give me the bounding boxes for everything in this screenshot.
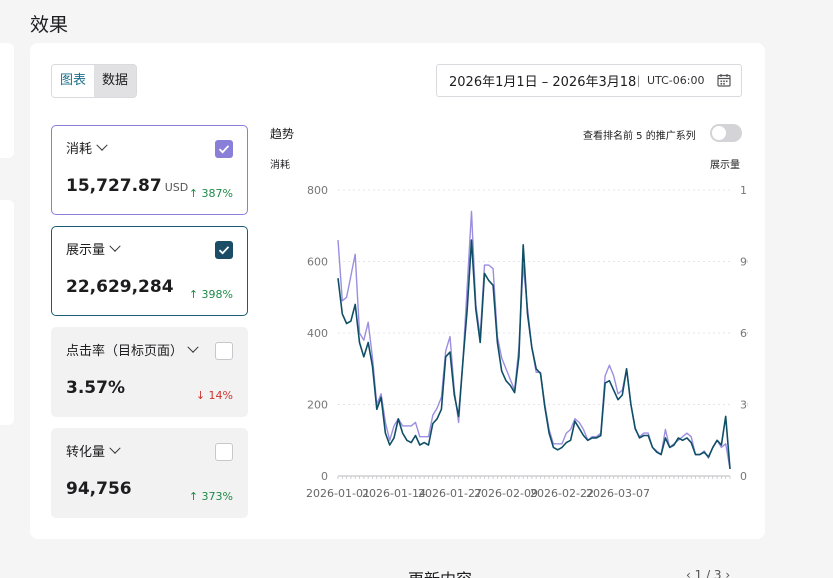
series-line-spend (337, 210, 731, 470)
metric-name: 消耗 (66, 142, 93, 157)
date-range-text: 2026年1月1日 – 2026年3月18日 (449, 75, 639, 90)
metric-value-number: 15,727.87 (66, 176, 162, 196)
metric-checkbox-spend[interactable] (215, 140, 233, 158)
metric-card-ctr[interactable]: 点击率（目标页面） 3.57% ↓ 14% (51, 327, 248, 417)
chevron-down-icon (187, 341, 199, 353)
side-card-top (0, 43, 14, 158)
metric-checkbox-impressions[interactable] (215, 241, 233, 259)
y-left-tick-label: 600 (307, 256, 328, 269)
metric-card-impressions[interactable]: 展示量 22,629,284 ↑ 398% (51, 226, 248, 316)
metric-delta: ↑ 373% (188, 490, 233, 503)
y-left-tick-label: 0 (321, 470, 328, 483)
metric-card-conversions[interactable]: 转化量 94,756 ↑ 373% (51, 428, 248, 518)
x-tick-label: 2026-01-01 (306, 487, 370, 500)
metric-name: 点击率（目标页面） (66, 344, 184, 359)
chevron-down-icon (109, 442, 121, 454)
x-tick-label: 2026-02-09 (474, 487, 538, 500)
metric-checkbox-conversions[interactable] (215, 443, 233, 461)
metric-dropdown-ctr[interactable]: 点击率（目标页面） (66, 340, 233, 359)
timezone-label: UTC-06:00 (647, 74, 705, 87)
chart-view-button[interactable]: 图表 (52, 65, 95, 97)
metric-delta: ↑ 387% (188, 187, 233, 200)
metric-unit: USD (164, 181, 189, 194)
metric-delta: ↓ 14% (195, 389, 233, 402)
y-left-tick-label: 800 (307, 184, 328, 197)
performance-panel: 图表 数据 2026年1月1日 – 2026年3月18日 UTC-06:00 消… (30, 43, 765, 539)
view-toggle: 图表 数据 (51, 64, 138, 98)
y-right-tick-label: 0 (740, 470, 747, 483)
x-tick-label: 2026-02-22 (530, 487, 594, 500)
x-tick-label: 2026-01-14 (362, 487, 426, 500)
metric-value: 3.57% (66, 378, 125, 398)
y-right-tick-label: 300K (740, 399, 748, 412)
metric-dropdown-impressions[interactable]: 展示量 (66, 239, 233, 258)
y-right-tick-label: 900K (740, 256, 748, 269)
right-axis-title: 展示量 (710, 160, 740, 171)
section-title-updates: 更新内容 (408, 566, 472, 578)
y-left-tick-label: 400 (307, 327, 328, 340)
y-right-tick-label: 600K (740, 327, 748, 340)
metric-checkbox-ctr[interactable] (215, 342, 233, 360)
calendar-icon (717, 73, 731, 91)
toggle-knob (712, 126, 726, 140)
metric-name: 展示量 (66, 243, 106, 258)
y-right-tick-label: 1.2M (740, 184, 748, 197)
side-card-bottom (0, 200, 14, 425)
data-view-button[interactable]: 数据 (94, 65, 137, 97)
page-title: 效果 (30, 14, 69, 36)
trend-chart: 0 0 200 300K 400 600K 600 900K 800 1.2M 2026-01-01… (306, 184, 748, 500)
top5-toggle-label: 查看排名前 5 的推广系列 (583, 131, 696, 142)
metric-name: 转化量 (66, 445, 106, 460)
left-axis-title: 消耗 (270, 160, 290, 171)
metric-dropdown-conversions[interactable]: 转化量 (66, 441, 233, 460)
metric-dropdown-spend[interactable]: 消耗 (66, 138, 233, 157)
top5-toggle[interactable] (710, 124, 742, 142)
x-tick-label: 2026-01-27 (418, 487, 482, 500)
y-left-tick-label: 200 (307, 399, 328, 412)
metric-delta: ↑ 398% (188, 288, 233, 301)
metric-value: 15,727.87 USD (66, 176, 188, 196)
metric-value: 22,629,284 (66, 277, 174, 297)
date-range-picker[interactable]: 2026年1月1日 – 2026年3月18日 UTC-06:00 (436, 64, 742, 97)
chevron-down-icon (109, 240, 121, 252)
metric-value: 94,756 (66, 479, 132, 499)
metric-card-spend[interactable]: 消耗 15,727.87 USD ↑ 387% (51, 125, 248, 215)
check-icon (218, 246, 230, 255)
chart-title: 趋势 (270, 127, 295, 141)
chevron-down-icon (96, 139, 108, 151)
series-line-impressions (337, 239, 731, 469)
check-icon (218, 145, 230, 154)
x-tick-label: 2026-03-07 (586, 487, 650, 500)
pager: ‹ 1 / 3 › (686, 568, 731, 578)
